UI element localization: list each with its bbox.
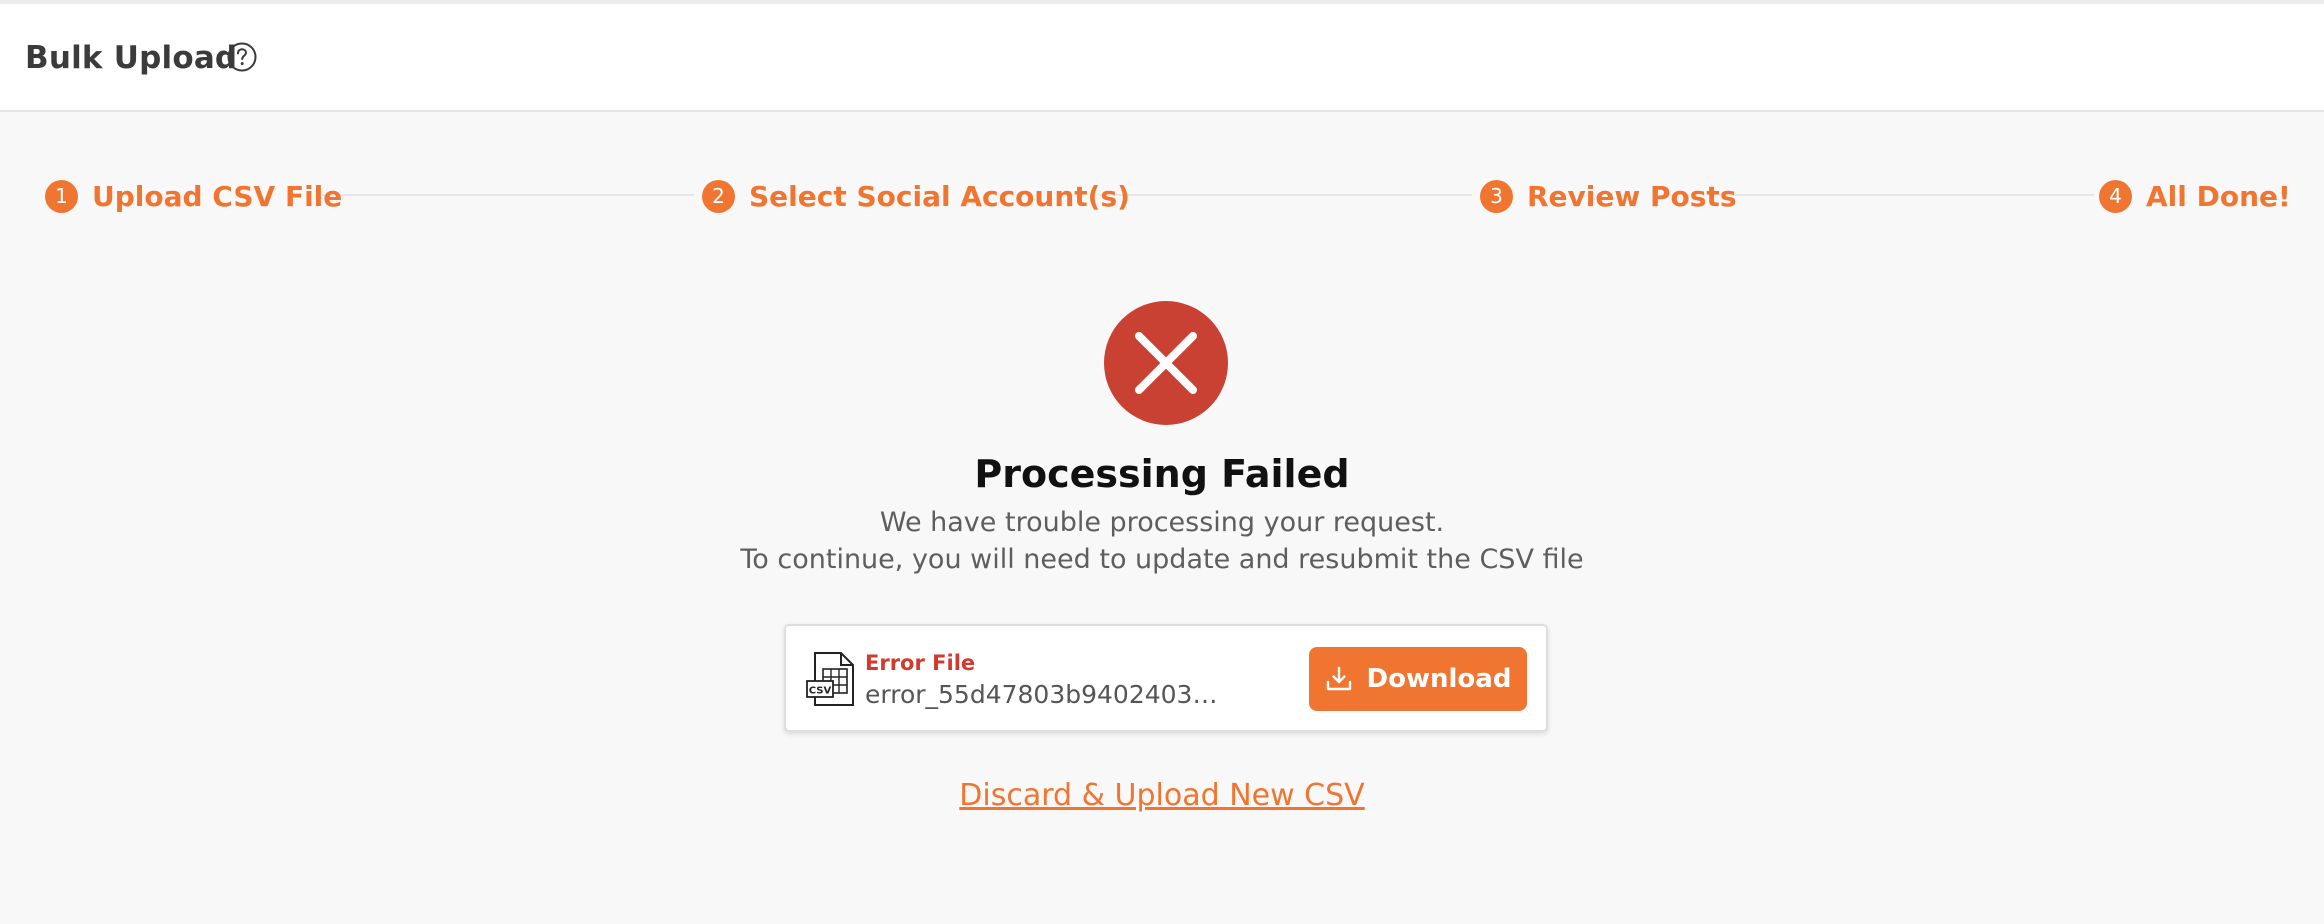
discard-upload-link[interactable]: Discard & Upload New CSV	[0, 778, 2324, 813]
progress-stepper: 1 Upload CSV File 2 Select Social Accoun…	[0, 170, 2324, 220]
download-icon	[1326, 666, 1351, 691]
step-connector	[1099, 194, 1472, 196]
step-label: Review Posts	[1527, 179, 1737, 213]
status-instruction: To continue, you will need to update and…	[740, 544, 1584, 575]
status-title: Processing Failed	[974, 452, 1350, 496]
step-number: 3	[1480, 179, 1513, 213]
page-header: Bulk Upload	[0, 4, 2324, 112]
status-message: We have trouble processing your request.	[879, 507, 1445, 538]
step-number: 1	[45, 179, 78, 213]
error-file-name: error_55d47803b94024030...	[865, 680, 1225, 709]
step-number: 2	[702, 179, 735, 213]
step-number: 4	[2099, 179, 2132, 213]
step-connector	[1719, 194, 2094, 196]
error-file-label: Error File	[865, 651, 976, 675]
error-file-card: CSV Error File error_55d47803b94024030..…	[784, 624, 1548, 732]
error-x-icon	[1104, 301, 1228, 425]
csv-icon-text: CSV	[809, 686, 832, 697]
download-button[interactable]: Download	[1309, 647, 1527, 711]
step-upload-csv: 1 Upload CSV File	[45, 178, 342, 214]
csv-file-icon: CSV	[806, 652, 854, 706]
step-select-accounts: 2 Select Social Account(s)	[702, 178, 1130, 214]
step-connector	[322, 194, 694, 196]
page-title: Bulk Upload	[25, 40, 238, 76]
question-circle-icon[interactable]	[227, 42, 257, 72]
step-review-posts: 3 Review Posts	[1480, 178, 1736, 214]
step-all-done: 4 All Done!	[2099, 178, 2291, 214]
step-label: Upload CSV File	[92, 179, 343, 213]
download-button-label: Download	[1366, 664, 1512, 694]
step-label: All Done!	[2146, 179, 2291, 213]
step-label: Select Social Account(s)	[749, 179, 1130, 213]
